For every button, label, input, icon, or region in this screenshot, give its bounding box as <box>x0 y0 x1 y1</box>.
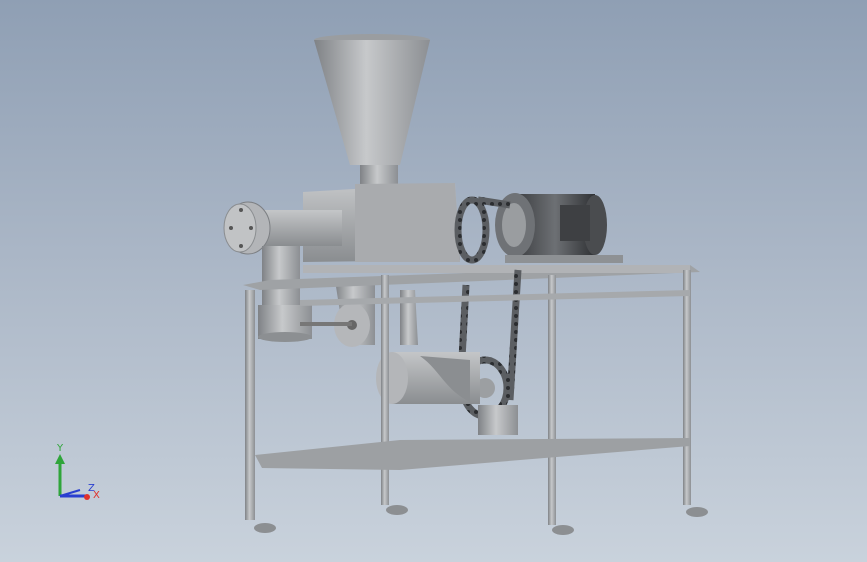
x-axis-dot <box>84 494 90 500</box>
machine-assembly-model[interactable] <box>0 0 867 562</box>
3d-graphics-viewport[interactable]: Y Z X <box>0 0 867 562</box>
view-orientation-triad[interactable]: Y Z X <box>48 440 108 510</box>
x-axis-label: X <box>93 490 100 501</box>
drive-shaft-block[interactable] <box>300 280 418 347</box>
hopper[interactable] <box>314 34 430 185</box>
y-axis-label: Y <box>56 443 64 454</box>
top-platform[interactable] <box>243 265 700 290</box>
electric-motor[interactable] <box>495 193 623 263</box>
y-axis-arrow <box>55 454 65 464</box>
